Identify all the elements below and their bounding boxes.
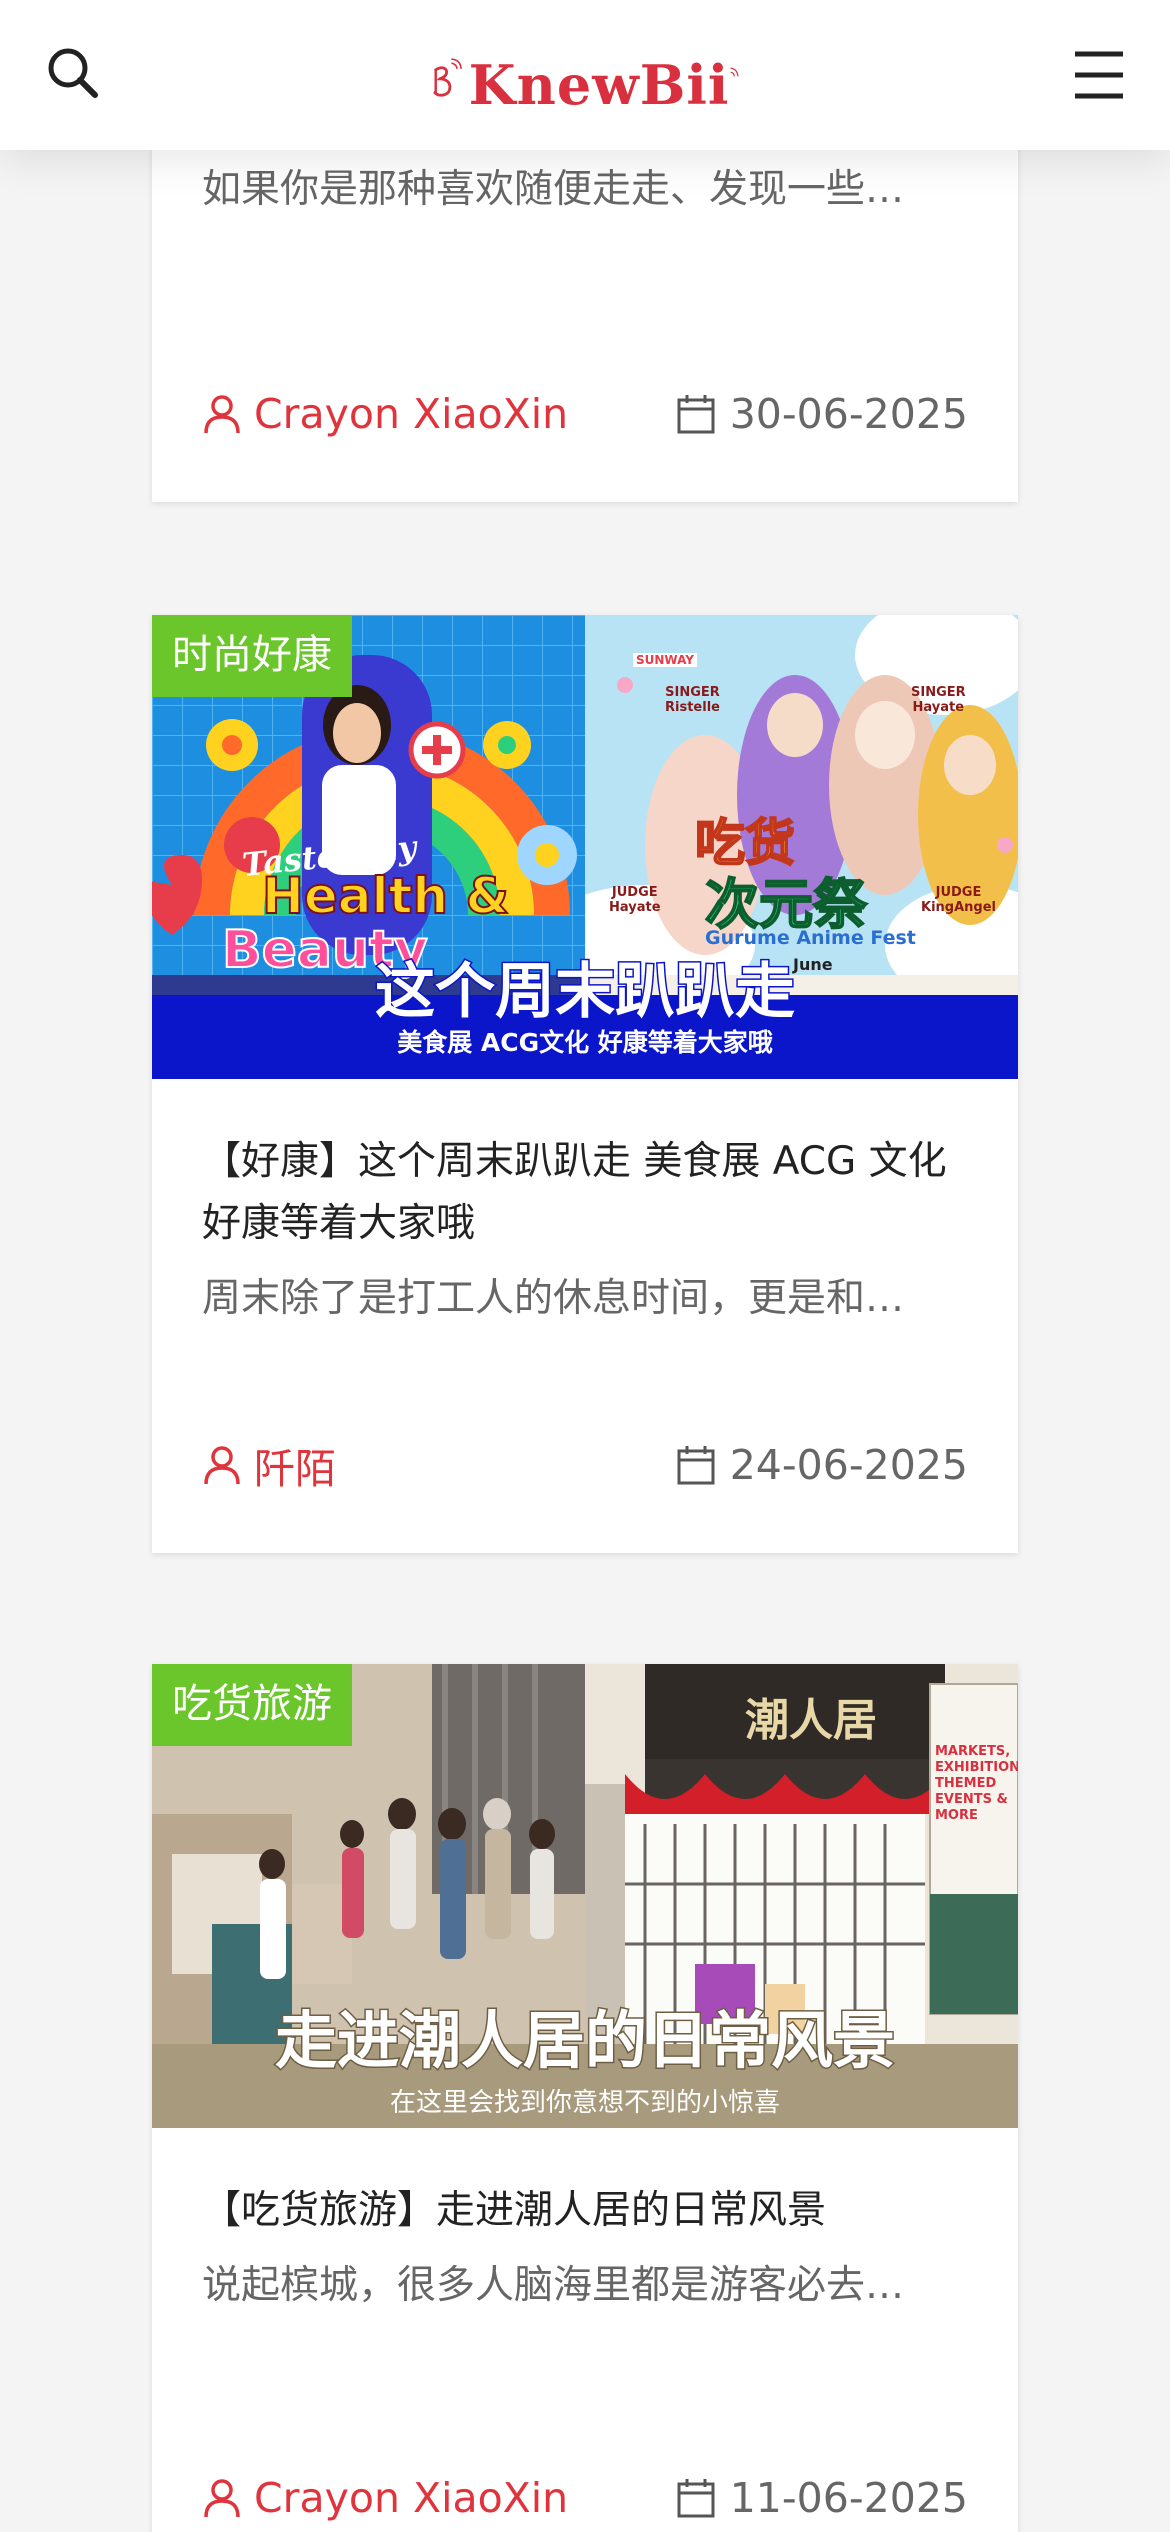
judge-2-label: JUDGE (935, 885, 982, 900)
article-thumbnail[interactable]: 吃货旅游 潮人居 MARKETS, EXHIBITION THEMED EVEN… (152, 1664, 1018, 2128)
article-excerpt: 说起槟城，很多人脑海里都是游客必去… (202, 2263, 905, 2308)
judge-1: JUDGE Hayate (609, 885, 661, 915)
category-badge[interactable]: 吃货旅游 (152, 1664, 352, 1746)
singer-2-label: SINGER (911, 685, 966, 700)
article-meta: Crayon XiaoXin 11-06-2025 (202, 2474, 968, 2522)
singer-2-name: Hayate (912, 700, 965, 715)
publish-date: 11-06-2025 (676, 2474, 968, 2522)
logo-mark-icon (433, 57, 462, 97)
article-title[interactable]: 【吃货旅游】走进潮人居的日常风景 (152, 2128, 1018, 2242)
singer-1-label: SINGER (665, 685, 720, 700)
article-meta: Crayon XiaoXin 30-06-2025 (202, 390, 968, 438)
top-header: KnewBii (0, 0, 1170, 150)
judge-1-name: Hayate (609, 900, 661, 915)
shop-sign: 潮人居 (745, 1695, 877, 1746)
author-name: Crayon XiaoXin (254, 390, 569, 438)
logo-signal-icon (730, 66, 739, 76)
article-thumbnail[interactable]: 时尚好康 Tastefully Health & Beauty SUNWAY S… (152, 615, 1018, 1079)
article-title[interactable]: 【好康】这个周末趴趴走 美食展 ACG 文化 好康等着大家哦 (152, 1079, 1018, 1255)
singer-1: SINGER Ristelle (665, 685, 720, 715)
author-link[interactable]: Crayon XiaoXin (202, 390, 568, 438)
singer-1-name: Ristelle (665, 700, 720, 715)
judge-2: JUDGE KingAngel (921, 885, 996, 915)
article-card[interactable]: 吃货旅游 潮人居 MARKETS, EXHIBITION THEMED EVEN… (152, 1664, 1018, 2532)
article-card[interactable]: 如果你是那种喜欢随便走走、发现一些… Crayon XiaoXin 30-06-… (152, 100, 1018, 502)
author-link[interactable]: Crayon XiaoXin (202, 2474, 568, 2522)
menu-button[interactable] (1060, 40, 1140, 110)
calendar-icon (677, 2479, 715, 2518)
article-excerpt: 周末除了是打工人的休息时间，更是和… (202, 1276, 905, 1321)
date-text: 24-06-2025 (729, 1441, 968, 1489)
publish-date: 24-06-2025 (676, 1441, 968, 1489)
singer-2: SINGER Hayate (911, 685, 966, 715)
date-text: 30-06-2025 (729, 390, 968, 438)
author-name: Crayon XiaoXin (254, 2474, 569, 2522)
judge-2-name: KingAngel (921, 900, 996, 915)
site-logo[interactable]: KnewBii (430, 20, 740, 135)
health-beauty-line1: Health & (261, 866, 510, 926)
banner-subline: 美食展 ACG文化 好康等着大家哦 (397, 1028, 773, 1057)
banner-subline: 在这里会找到你意想不到的小惊喜 (389, 2088, 780, 2118)
date-text: 11-06-2025 (729, 2474, 968, 2522)
event-poster-text: MARKETS, EXHIBITIONS, THEMED EVENTS & MO… (935, 1744, 1018, 1823)
user-icon (204, 1446, 240, 1485)
banner-headline: 这个周末趴趴走 (374, 956, 797, 1029)
sponsor-label: SUNWAY (633, 653, 697, 667)
category-badge[interactable]: 时尚好康 (152, 615, 352, 697)
article-card[interactable]: 时尚好康 Tastefully Health & Beauty SUNWAY S… (152, 615, 1018, 1553)
user-icon (204, 395, 240, 434)
article-meta: 阡陌 24-06-2025 (202, 1435, 968, 1495)
judge-1-label: JUDGE (611, 885, 658, 900)
author-name: 阡陌 (254, 1445, 336, 1493)
publish-date: 30-06-2025 (676, 390, 968, 438)
search-icon (48, 48, 98, 98)
search-button[interactable] (40, 40, 110, 110)
logo-text: KnewBii (468, 52, 730, 117)
banner-headline: 走进潮人居的日常风景 (273, 2003, 896, 2079)
calendar-icon (677, 1446, 715, 1485)
user-icon (204, 2479, 240, 2518)
hamburger-menu-icon (1075, 51, 1123, 99)
calendar-icon (677, 395, 715, 434)
author-link[interactable]: 阡陌 (202, 1435, 336, 1495)
